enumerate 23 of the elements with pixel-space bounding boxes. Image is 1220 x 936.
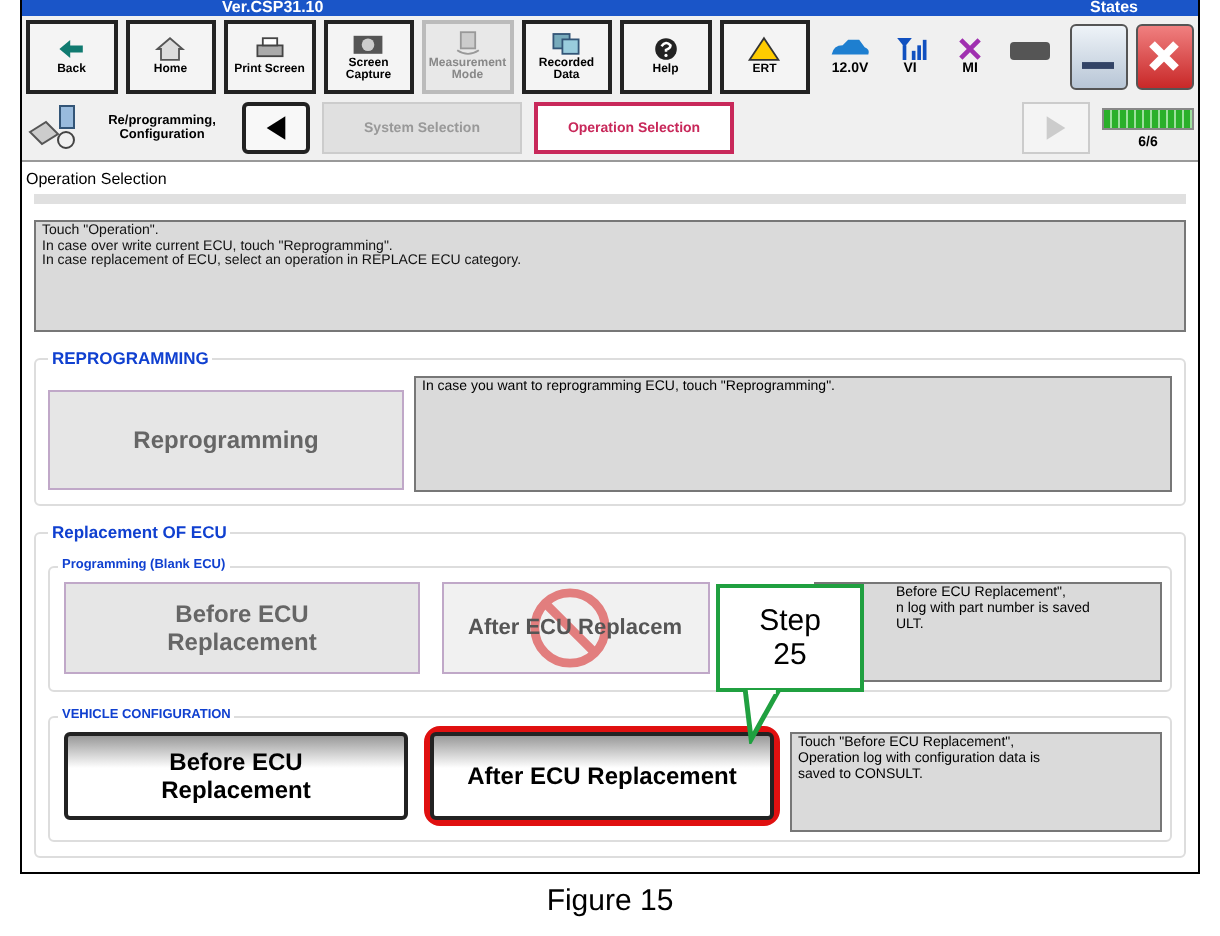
back-arrow-button[interactable]	[242, 102, 310, 154]
battery-icon	[1010, 42, 1050, 60]
page-title: Operation Selection	[26, 168, 169, 192]
progress-bar	[1102, 107, 1194, 129]
warning-icon	[746, 35, 783, 62]
version-label: Ver.CSP31.10	[222, 0, 324, 16]
home-icon	[152, 35, 189, 62]
left-triangle-icon	[264, 114, 288, 142]
close-icon	[1144, 36, 1185, 76]
figure-caption: Figure 15	[544, 882, 676, 918]
callout-pointer	[741, 690, 781, 744]
ecu-replacement-button[interactable]: Before ECU Replacement	[64, 732, 408, 820]
folders-icon	[548, 29, 585, 55]
minimize-button[interactable]	[1070, 23, 1128, 89]
states-label: States	[1089, 0, 1138, 16]
ecu-replacement-button[interactable]: After ECU Replacement	[430, 732, 774, 820]
printer-icon	[251, 35, 288, 62]
close-button[interactable]	[1135, 23, 1194, 89]
group-title: Replacement OF ECU	[50, 522, 229, 542]
minimize-icon	[1082, 62, 1115, 70]
right-triangle-icon	[1044, 114, 1068, 142]
group-title: REPROGRAMMING	[50, 348, 211, 368]
step-callout: Step 25	[716, 584, 864, 693]
